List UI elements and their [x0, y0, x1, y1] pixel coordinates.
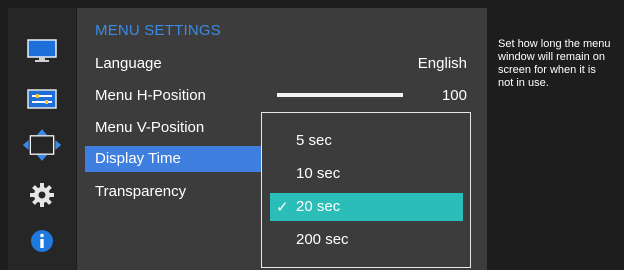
menu-item-transparency[interactable]: Transparency	[95, 183, 186, 200]
bottom-margin	[0, 270, 624, 275]
osd-frame: MENU SETTINGS Language English Menu H-Po…	[0, 0, 624, 270]
picture-adjust-icon[interactable]	[22, 86, 62, 112]
menu-item-language[interactable]: Language	[95, 55, 162, 72]
h-position-slider[interactable]	[277, 93, 403, 97]
menu-settings-panel: MENU SETTINGS Language English Menu H-Po…	[77, 8, 487, 270]
option-5-sec[interactable]: 5 sec	[262, 127, 470, 155]
panel-title: MENU SETTINGS	[95, 22, 221, 39]
option-200-sec[interactable]: 200 sec	[262, 226, 470, 254]
help-panel: Set how long the menu window will remain…	[488, 8, 624, 270]
gear-icon[interactable]	[22, 182, 62, 208]
display-time-dropdown: 5 sec 10 sec ✓ 20 sec 200 sec	[261, 112, 471, 268]
info-icon[interactable]	[22, 228, 62, 254]
menu-item-h-position[interactable]: Menu H-Position	[95, 87, 206, 104]
language-value: English	[417, 55, 467, 72]
menu-item-v-position[interactable]: Menu V-Position	[95, 119, 204, 136]
checkmark-icon: ✓	[276, 199, 289, 216]
option-10-sec[interactable]: 10 sec	[262, 160, 470, 188]
display-time-label: Display Time	[95, 150, 181, 167]
h-position-value: 100	[441, 87, 467, 104]
menu-icon-bar	[8, 8, 76, 270]
menu-item-display-time[interactable]: Display Time	[85, 146, 269, 172]
monitor-icon[interactable]	[22, 38, 62, 64]
help-text: Set how long the menu window will remain…	[498, 38, 611, 89]
position-arrows-icon[interactable]	[22, 129, 62, 161]
option-20-sec[interactable]: ✓ 20 sec	[270, 193, 463, 221]
